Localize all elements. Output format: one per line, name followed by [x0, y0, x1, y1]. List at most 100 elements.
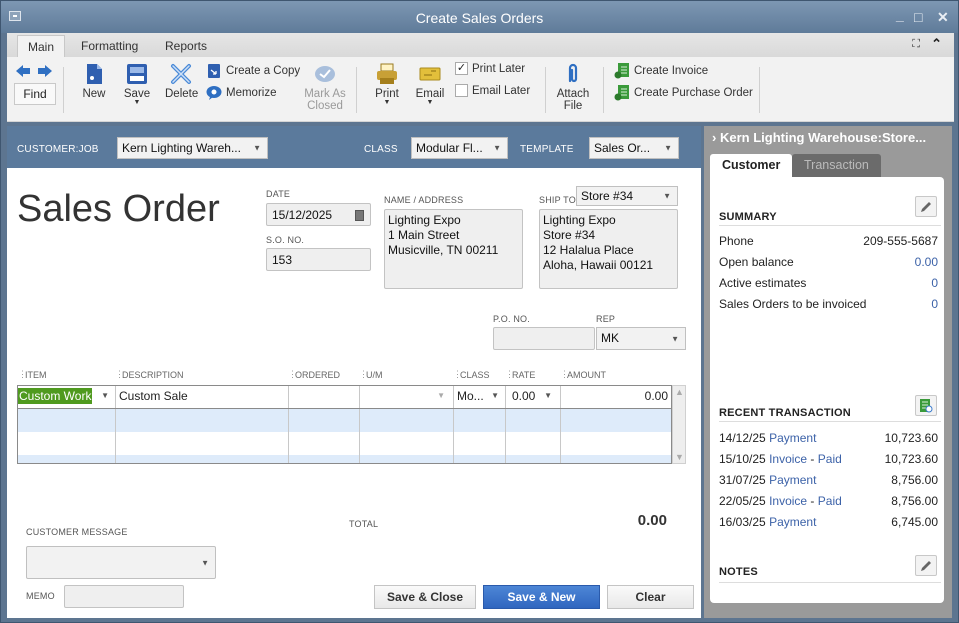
- ship-to-dropdown[interactable]: Store #34 ▼: [576, 186, 678, 206]
- ordered-cell[interactable]: [289, 386, 360, 408]
- create-invoice-button[interactable]: Create Invoice: [614, 63, 708, 79]
- line-items-grid: Custom Work ▼ Custom Sale ▼ Mo... ▼ 0.00…: [17, 385, 672, 464]
- so-number-field[interactable]: 153: [266, 248, 371, 271]
- clear-button[interactable]: Clear: [607, 585, 694, 609]
- print-button[interactable]: Print ▼: [373, 63, 401, 106]
- create-purchase-order-button[interactable]: Create Purchase Order: [614, 85, 753, 101]
- recent-transaction-row[interactable]: 16/03/25 Payment 6,745.00: [719, 515, 938, 529]
- class-label: CLASS: [364, 144, 398, 155]
- chevron-down-icon[interactable]: ▼: [544, 391, 552, 400]
- close-icon[interactable]: ✕: [937, 9, 949, 26]
- template-dropdown[interactable]: Sales Or... ▼: [589, 137, 679, 159]
- print-later-check[interactable]: ✓: [455, 62, 468, 75]
- name-address-label: NAME / ADDRESS: [384, 195, 464, 205]
- email-dropdown-arrow[interactable]: ▼: [415, 99, 445, 106]
- rep-dropdown[interactable]: MK ▼: [596, 327, 686, 350]
- tab-main[interactable]: Main: [17, 35, 66, 57]
- column-header-rate[interactable]: RATE: [505, 369, 535, 380]
- table-row[interactable]: Custom Work ▼ Custom Sale ▼ Mo... ▼ 0.00…: [18, 386, 671, 409]
- email-envelope-icon: [419, 67, 441, 81]
- column-header-description[interactable]: DESCRIPTION: [115, 369, 183, 380]
- find-button[interactable]: Find: [14, 83, 56, 105]
- minimize-icon[interactable]: _: [896, 7, 904, 23]
- recent-transaction-row[interactable]: 22/05/25 Invoice - Paid 8,756.00: [719, 494, 938, 508]
- calendar-icon[interactable]: [355, 210, 364, 221]
- save-and-close-button[interactable]: Save & Close: [374, 585, 476, 609]
- email-button[interactable]: Email ▼: [415, 63, 445, 106]
- amount-cell[interactable]: 0.00: [561, 386, 671, 408]
- next-arrow-icon[interactable]: [38, 65, 52, 77]
- item-cell[interactable]: Custom Work ▼: [18, 386, 116, 408]
- chevron-down-icon[interactable]: ▼: [437, 391, 445, 400]
- side-panel-header[interactable]: › Kern Lighting Warehouse:Store...: [712, 130, 926, 145]
- email-later-checkbox[interactable]: Email Later: [455, 84, 530, 97]
- tx-status-link[interactable]: Paid: [818, 452, 842, 466]
- printer-icon: [377, 63, 397, 84]
- save-button[interactable]: Save ▼: [123, 63, 151, 106]
- tx-type-link[interactable]: Payment: [769, 473, 816, 487]
- delete-button[interactable]: Delete: [165, 63, 198, 100]
- date-field[interactable]: 15/12/2025: [266, 203, 371, 226]
- mark-as-closed-button[interactable]: Mark As Closed: [303, 63, 347, 112]
- column-header-um[interactable]: U/M: [359, 369, 382, 380]
- scroll-up-icon[interactable]: ▲: [675, 387, 684, 397]
- email-later-check[interactable]: [455, 84, 468, 97]
- rate-cell[interactable]: 0.00 ▼: [506, 386, 561, 408]
- tab-reports[interactable]: Reports: [155, 35, 217, 57]
- create-copy-button[interactable]: Create a Copy: [206, 63, 300, 79]
- paperclip-icon: [568, 63, 578, 83]
- save-dropdown-arrow[interactable]: ▼: [123, 99, 151, 106]
- new-button[interactable]: New: [81, 63, 107, 100]
- memo-field[interactable]: [64, 585, 184, 608]
- chevron-right-icon[interactable]: ›: [712, 130, 716, 145]
- column-header-ordered[interactable]: ORDERED: [288, 369, 340, 380]
- table-row[interactable]: [18, 409, 671, 432]
- memorize-button[interactable]: Memorize: [206, 85, 276, 101]
- tab-customer[interactable]: Customer: [710, 154, 793, 177]
- customer-job-dropdown[interactable]: Kern Lighting Wareh... ▼: [117, 137, 268, 159]
- description-cell[interactable]: Custom Sale: [116, 386, 289, 408]
- save-and-new-button[interactable]: Save & New: [483, 585, 600, 609]
- table-row[interactable]: [18, 455, 671, 463]
- tx-type-link[interactable]: Payment: [769, 515, 816, 529]
- tx-type-link[interactable]: Payment: [769, 431, 816, 445]
- recent-transaction-row[interactable]: 31/07/25 Payment 8,756.00: [719, 473, 938, 487]
- class-cell[interactable]: Mo... ▼: [454, 386, 506, 408]
- name-address-box[interactable]: Lighting Expo 1 Main Street Musicville, …: [384, 209, 523, 289]
- class-dropdown[interactable]: Modular Fl... ▼: [411, 137, 508, 159]
- summary-value-link[interactable]: 0: [931, 297, 938, 311]
- summary-value-link[interactable]: 0.00: [915, 255, 938, 269]
- print-dropdown-arrow[interactable]: ▼: [373, 99, 401, 106]
- scroll-down-icon[interactable]: ▼: [675, 452, 684, 462]
- summary-value-link[interactable]: 0: [931, 276, 938, 290]
- ship-to-address-box[interactable]: Lighting Expo Store #34 12 Halalua Place…: [539, 209, 678, 289]
- print-later-checkbox[interactable]: ✓ Print Later: [455, 62, 525, 75]
- po-number-field[interactable]: [493, 327, 595, 350]
- recent-transaction-row[interactable]: 14/12/25 Payment 10,723.60: [719, 431, 938, 445]
- um-cell[interactable]: ▼: [360, 386, 454, 408]
- expand-icon[interactable]: ⛶: [912, 38, 920, 51]
- column-header-item[interactable]: ITEM: [18, 369, 46, 380]
- collapse-ribbon-icon[interactable]: ⌃: [931, 36, 942, 52]
- tab-transaction[interactable]: Transaction: [792, 154, 881, 177]
- recent-transaction-row[interactable]: 15/10/25 Invoice - Paid 10,723.60: [719, 452, 938, 466]
- edit-notes-button[interactable]: [915, 555, 937, 576]
- ship-to-value: Store #34: [581, 189, 634, 203]
- column-header-class[interactable]: CLASS: [453, 369, 489, 380]
- attach-file-button[interactable]: Attach File: [555, 63, 591, 112]
- quick-report-button[interactable]: [915, 395, 937, 416]
- chevron-down-icon[interactable]: ▼: [101, 391, 109, 400]
- previous-arrow-icon[interactable]: [16, 65, 30, 77]
- grid-scrollbar[interactable]: ▲ ▼: [672, 385, 686, 464]
- table-row[interactable]: [18, 432, 671, 455]
- tab-formatting[interactable]: Formatting: [71, 35, 148, 57]
- tx-type-link[interactable]: Invoice: [769, 494, 807, 508]
- window-title: Create Sales Orders: [415, 10, 544, 26]
- chevron-down-icon[interactable]: ▼: [491, 391, 499, 400]
- tx-status-link[interactable]: Paid: [818, 494, 842, 508]
- customer-message-dropdown[interactable]: ▼: [26, 546, 216, 579]
- edit-summary-button[interactable]: [915, 196, 937, 217]
- tx-type-link[interactable]: Invoice: [769, 452, 807, 466]
- maximize-icon[interactable]: □: [914, 9, 922, 25]
- column-header-amount[interactable]: AMOUNT: [560, 369, 606, 380]
